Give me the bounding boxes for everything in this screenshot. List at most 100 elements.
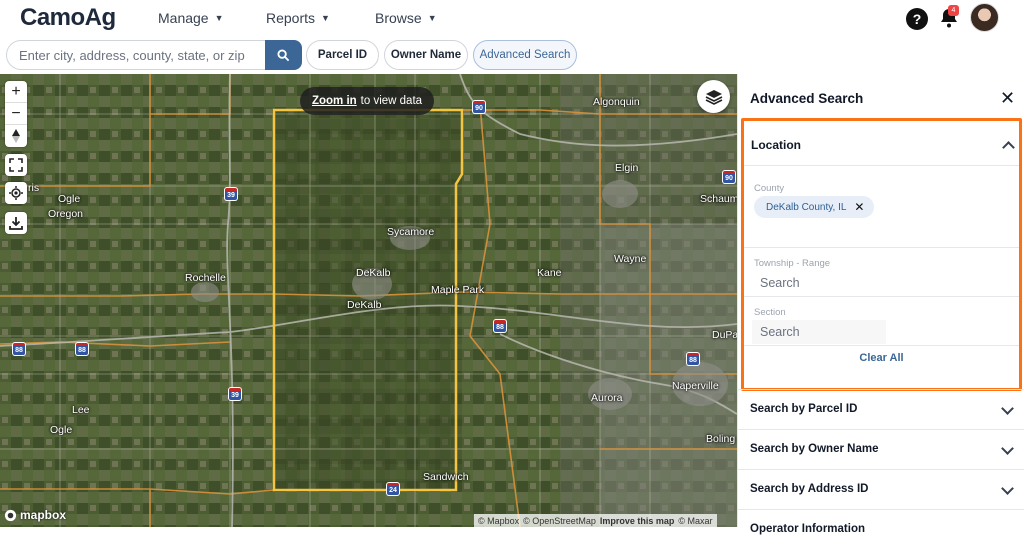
attribution-maxar[interactable]: © Maxar — [678, 516, 712, 526]
section-label: Search by Owner Name — [750, 443, 879, 455]
place-label: Kane — [537, 267, 562, 279]
compass-icon — [12, 129, 20, 143]
chevron-up-icon[interactable] — [1002, 141, 1015, 154]
map-attribution: © Mapbox © OpenStreetMap Improve this ma… — [474, 514, 717, 527]
nav-manage[interactable]: Manage ▼ — [158, 10, 224, 26]
search-icon — [277, 48, 290, 61]
divider — [744, 345, 1019, 346]
chevron-down-icon: ▼ — [214, 13, 224, 23]
place-label: Lee — [72, 404, 90, 416]
address-id-section[interactable]: Search by Address ID — [738, 469, 1024, 509]
mapbox-logo[interactable]: mapbox — [4, 508, 66, 522]
nav-browse[interactable]: Browse ▼ — [375, 10, 437, 26]
route-shield-icon: 88 — [686, 352, 700, 366]
download-button[interactable] — [5, 212, 27, 234]
nav-reports-label: Reports — [266, 10, 316, 26]
avatar[interactable] — [970, 3, 999, 32]
map-view[interactable]: Algonquin Elgin Schaum Ogle Oregon ris S… — [0, 74, 737, 527]
section-search-input[interactable]: Search — [752, 320, 886, 344]
nav-reports[interactable]: Reports ▼ — [266, 10, 330, 26]
chevron-down-icon — [1001, 442, 1014, 455]
divider — [744, 296, 1019, 297]
place-label: DuPa — [712, 329, 737, 341]
route-shield-icon: 39 — [224, 187, 238, 201]
place-label: Algonquin — [593, 96, 640, 108]
panel-title: Advanced Search — [750, 91, 864, 106]
advanced-search-panel: Advanced Search ✕ Location County DeKalb… — [737, 74, 1024, 535]
route-shield-icon: 24 — [386, 482, 400, 496]
divider — [744, 247, 1019, 248]
brand-name: CamoAg — [20, 4, 116, 31]
owner-name-pill[interactable]: Owner Name — [384, 40, 468, 70]
camoag-logo[interactable]: CamoAg — [20, 4, 116, 32]
chevron-down-icon: ▼ — [427, 13, 437, 23]
section-label: Search by Parcel ID — [750, 403, 858, 415]
clear-all-button[interactable]: Clear All — [744, 352, 1019, 364]
place-label: Oregon — [48, 208, 84, 220]
locate-icon — [9, 186, 23, 200]
search-bar-row: Enter city, address, county, state, or z… — [0, 37, 1024, 74]
place-label: Elgin — [615, 162, 639, 174]
route-shield-icon: 88 — [75, 342, 89, 356]
improve-map-link[interactable]: Improve this map — [600, 516, 675, 526]
route-shield-icon: 90 — [472, 100, 486, 114]
mapbox-logo-text: mapbox — [20, 508, 67, 522]
search-button[interactable] — [265, 40, 302, 70]
location-section: Location County DeKalb County, IL ✕ Town… — [741, 118, 1022, 391]
chevron-down-icon — [1001, 402, 1014, 415]
route-shield-icon: 88 — [493, 319, 507, 333]
township-label: Township - Range — [754, 258, 831, 269]
place-label: Naperville — [672, 380, 719, 392]
place-label: Sandwich — [423, 471, 469, 483]
place-label: Sycamore — [387, 226, 435, 238]
zoom-hint-text: to view data — [360, 95, 423, 107]
township-search-input[interactable]: Search — [752, 271, 1012, 295]
place-label: Wayne — [614, 253, 647, 265]
place-label: ris — [28, 182, 40, 194]
place-label: DeKalb — [356, 267, 391, 279]
parcel-id-pill[interactable]: Parcel ID — [306, 40, 379, 70]
section-label: Operator Information — [750, 523, 866, 535]
route-shield-icon: 39 — [228, 387, 242, 401]
parcel-id-section[interactable]: Search by Parcel ID — [738, 389, 1024, 429]
nav-browse-label: Browse — [375, 10, 422, 26]
place-label: Ogle — [50, 424, 73, 436]
county-chip: DeKalb County, IL ✕ — [754, 196, 875, 218]
locate-button[interactable] — [5, 182, 27, 204]
advanced-search-pill[interactable]: Advanced Search — [473, 40, 577, 70]
help-icon[interactable]: ? — [906, 8, 928, 30]
operator-info-section[interactable]: Operator Information — [738, 509, 1024, 549]
section-label: Search by Address ID — [750, 483, 869, 495]
fullscreen-button[interactable] — [5, 154, 27, 176]
attribution-mapbox[interactable]: © Mapbox — [478, 516, 519, 526]
remove-chip-icon[interactable]: ✕ — [854, 200, 864, 214]
fullscreen-icon — [9, 158, 23, 172]
route-shield-icon: 88 — [12, 342, 26, 356]
section-label: Section — [754, 307, 786, 318]
search-input[interactable]: Enter city, address, county, state, or z… — [6, 40, 268, 70]
compass-button[interactable] — [5, 125, 27, 147]
nav-manage-label: Manage — [158, 10, 209, 26]
zoom-hint-banner: Zoom in to view data — [300, 87, 434, 115]
county-label: County — [754, 183, 785, 194]
download-icon — [9, 217, 23, 230]
layers-button[interactable] — [697, 80, 730, 113]
owner-name-section[interactable]: Search by Owner Name — [738, 429, 1024, 469]
zoom-in-link[interactable]: Zoom in — [312, 95, 357, 107]
location-header[interactable]: Location — [751, 138, 801, 152]
place-label: Maple Park — [431, 284, 485, 296]
place-label: Schaum — [700, 193, 737, 205]
close-icon[interactable]: ✕ — [1000, 88, 1015, 109]
zoom-in-button[interactable]: + — [5, 81, 27, 103]
place-label: Rochelle — [185, 272, 226, 284]
route-shield-icon: 90 — [722, 170, 736, 184]
mapbox-icon — [4, 509, 17, 521]
chevron-down-icon — [1001, 482, 1014, 495]
place-label: Ogle — [58, 193, 81, 205]
place-label: Boling — [706, 433, 736, 445]
place-label: Aurora — [591, 392, 623, 404]
zoom-out-button[interactable]: − — [5, 103, 27, 125]
chevron-down-icon: ▼ — [321, 13, 330, 23]
top-nav: CamoAg Manage ▼ Reports ▼ Browse ▼ ? 4 — [0, 0, 1024, 37]
attribution-osm[interactable]: © OpenStreetMap — [523, 516, 596, 526]
